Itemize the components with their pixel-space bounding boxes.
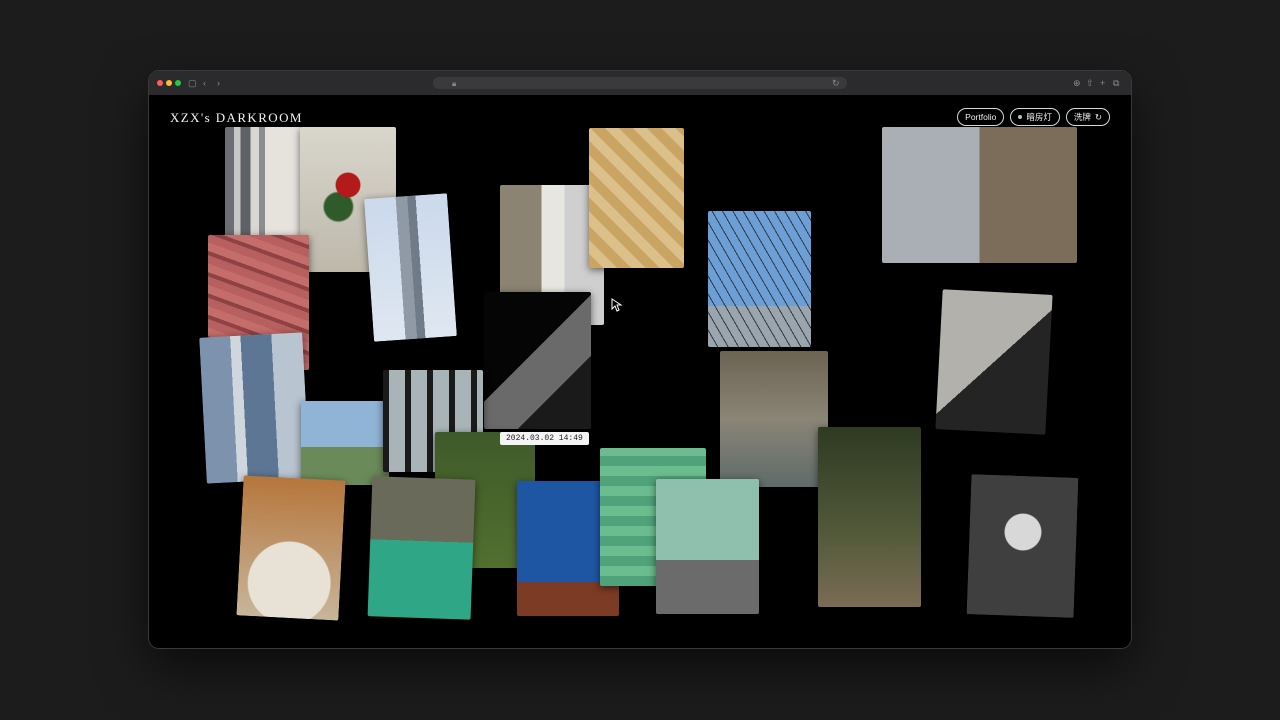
share-icon[interactable]: ⇧ bbox=[1086, 77, 1094, 89]
reload-icon[interactable]: ↻ bbox=[832, 77, 840, 89]
browser-titlebar: ▢ ‹ › ◐ 🔒︎ ↻ ⊕ ⇧ + ⧉ bbox=[149, 71, 1131, 96]
forward-icon[interactable]: › bbox=[217, 77, 220, 89]
refresh-icon: ↻ bbox=[1094, 112, 1102, 122]
new-tab-icon[interactable]: + bbox=[1100, 77, 1105, 89]
close-window-button[interactable] bbox=[157, 80, 163, 86]
page-content: XZX's DARKROOM Portfolio 暗房灯 洗牌 ↻ 2024.0… bbox=[149, 95, 1131, 648]
can-photo[interactable] bbox=[818, 427, 921, 607]
photo-timestamp-tooltip: 2024.03.02 14:49 bbox=[500, 432, 589, 445]
back-icon[interactable]: ‹ bbox=[203, 77, 206, 89]
address-bar[interactable] bbox=[433, 77, 847, 89]
portfolio-button[interactable]: Portfolio bbox=[957, 108, 1005, 126]
sign-frame-photo[interactable] bbox=[966, 474, 1079, 618]
dot-icon bbox=[1018, 115, 1023, 119]
darkroom-light-button[interactable]: 暗房灯 bbox=[1010, 108, 1060, 126]
blue-sky-fence-photo[interactable] bbox=[708, 211, 811, 347]
browser-window: ▢ ‹ › ◐ 🔒︎ ↻ ⊕ ⇧ + ⧉ XZX' bbox=[149, 71, 1131, 648]
rocks-water-photo[interactable] bbox=[720, 351, 828, 487]
minimize-window-button[interactable] bbox=[166, 80, 172, 86]
stone-graffiti-photo[interactable] bbox=[935, 289, 1053, 435]
tower-sky-photo[interactable] bbox=[364, 193, 457, 342]
beach-photo[interactable] bbox=[656, 479, 759, 614]
maximize-window-button[interactable] bbox=[175, 80, 181, 86]
concrete-stairs-photo[interactable] bbox=[882, 127, 1077, 263]
portfolio-label: Portfolio bbox=[965, 112, 997, 122]
glass-building-photo[interactable] bbox=[199, 332, 310, 484]
yellow-tiles-photo[interactable] bbox=[589, 128, 684, 268]
mouse-cursor-icon bbox=[611, 298, 623, 312]
lock-icon: 🔒︎ bbox=[452, 79, 457, 88]
shuffle-label: 洗牌 bbox=[1073, 112, 1091, 122]
download-icon[interactable]: ⊕ bbox=[1073, 77, 1081, 89]
striped-wall-photo[interactable] bbox=[225, 127, 302, 237]
sidebar-icon[interactable]: ▢ bbox=[188, 77, 197, 89]
darkroom-light-label: 暗房灯 bbox=[1026, 112, 1052, 122]
shadow-wall-photo[interactable] bbox=[484, 292, 591, 429]
river-photo[interactable] bbox=[367, 476, 476, 620]
lake-shore-photo[interactable] bbox=[301, 401, 389, 485]
top-nav: Portfolio 暗房灯 洗牌 ↻ bbox=[957, 108, 1110, 126]
site-title[interactable]: XZX's DARKROOM bbox=[170, 110, 303, 126]
fruit-plate-photo[interactable] bbox=[236, 475, 346, 621]
shuffle-button[interactable]: 洗牌 ↻ bbox=[1065, 108, 1110, 126]
tabs-overview-icon[interactable]: ⧉ bbox=[1113, 77, 1119, 89]
